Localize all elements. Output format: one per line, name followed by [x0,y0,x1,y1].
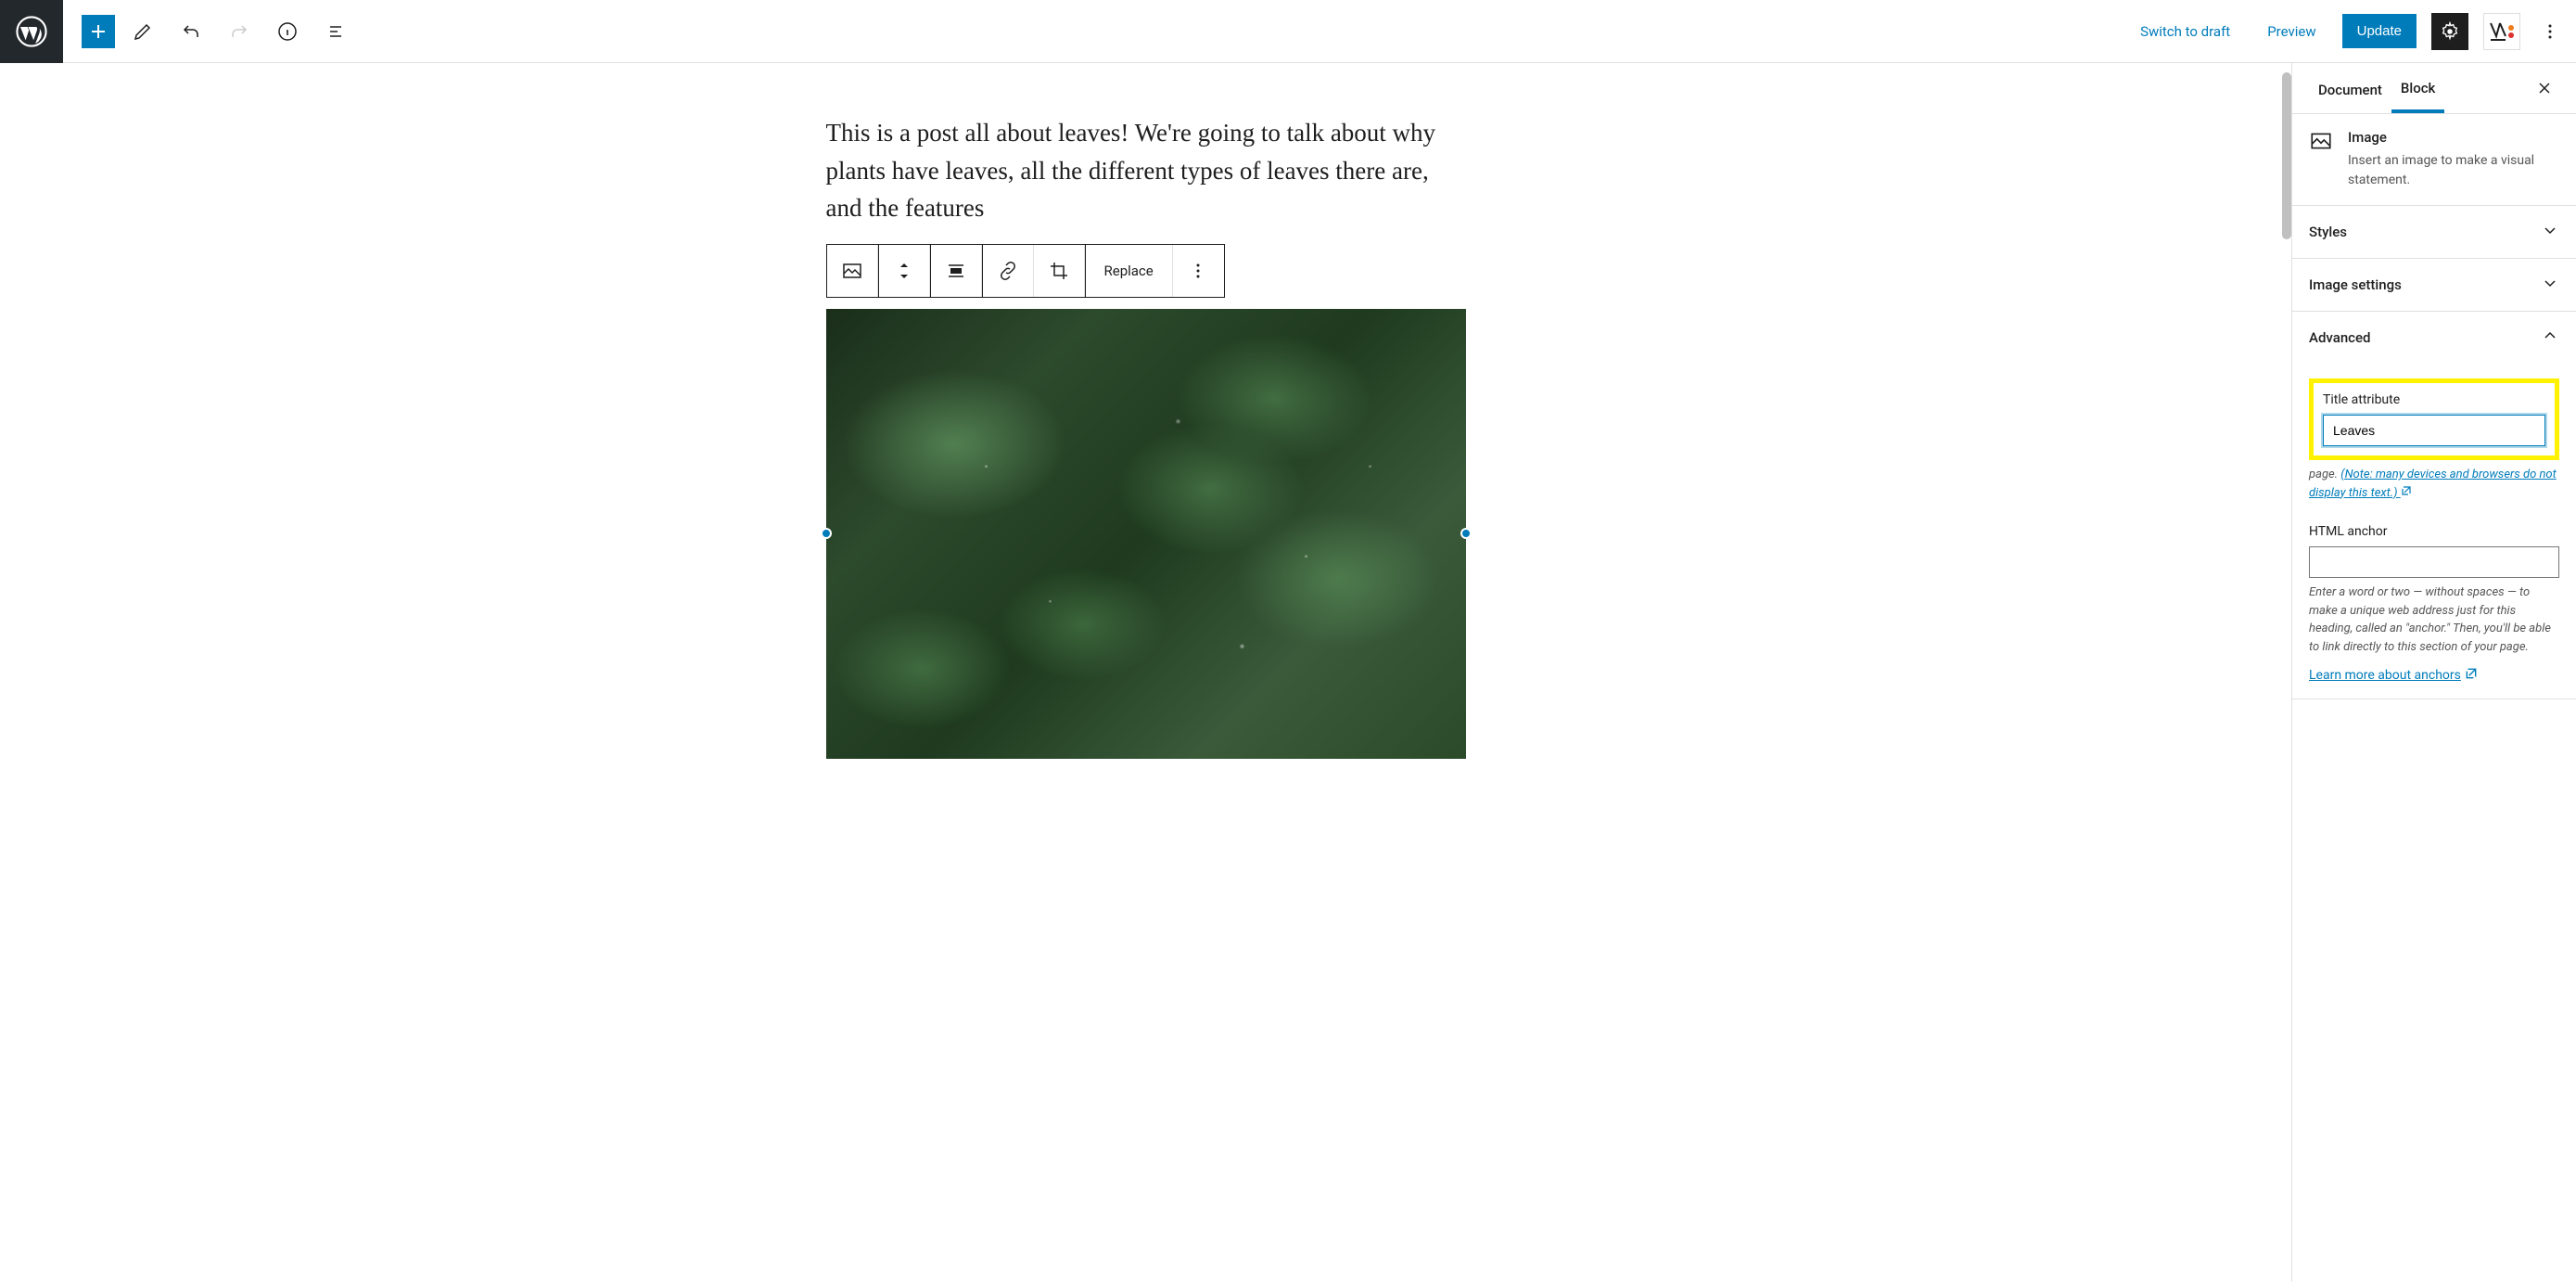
settings-button[interactable] [2431,13,2468,50]
update-button[interactable]: Update [2342,14,2417,48]
image-block[interactable] [826,309,1466,759]
edit-mode-button[interactable] [122,11,163,52]
undo-button[interactable] [171,11,211,52]
advanced-panel: Advanced Title attribute page. (Note: ma… [2292,312,2576,699]
replace-button[interactable]: Replace [1086,245,1173,297]
link-button[interactable] [983,245,1034,297]
info-button[interactable] [267,11,308,52]
tab-block[interactable]: Block [2391,63,2444,113]
title-help-text: page. (Note: many devices and browsers d… [2309,466,2559,502]
image-settings-panel: Image settings [2292,259,2576,312]
align-button[interactable] [931,245,982,297]
title-attribute-label: Title attribute [2323,392,2545,407]
toolbar-left [63,11,356,52]
html-anchor-input[interactable] [2309,546,2559,578]
add-block-button[interactable] [82,15,115,48]
block-more-button[interactable] [1173,245,1224,297]
title-attribute-highlight: Title attribute [2309,378,2559,460]
outline-button[interactable] [315,11,356,52]
block-type-title: Image [2348,129,2559,146]
more-options-button[interactable] [2535,13,2565,50]
settings-sidebar: Document Block Image Insert an image to … [2291,63,2576,1282]
editor-canvas: This is a post all about leaves! We're g… [0,63,2291,1282]
image-icon [2309,129,2333,153]
toolbar-right: Switch to draft Preview Update [2129,13,2576,50]
external-link-icon [2465,667,2478,684]
leaf-image [826,309,1466,759]
title-attribute-input[interactable] [2323,415,2545,446]
title-help-link[interactable]: (Note: many devices and browsers do not … [2309,468,2557,500]
block-toolbar: Replace [826,244,1225,298]
block-type-button[interactable] [827,245,878,297]
top-toolbar: Switch to draft Preview Update [0,0,2576,63]
resize-handle-left[interactable] [821,528,832,539]
learn-anchors-link[interactable]: Learn more about anchors [2309,667,2478,684]
tab-document[interactable]: Document [2309,65,2391,111]
chevron-up-icon [2541,327,2559,349]
chevron-down-icon [2541,274,2559,296]
close-sidebar-button[interactable] [2530,73,2559,103]
redo-button[interactable] [219,11,260,52]
wordpress-logo[interactable] [0,0,63,63]
styles-panel: Styles [2292,206,2576,259]
anchor-help-text: Enter a word or two — without spaces — t… [2309,583,2559,656]
scrollbar[interactable] [2282,72,2291,239]
block-type-desc: Insert an image to make a visual stateme… [2348,151,2559,190]
html-anchor-label: HTML anchor [2309,524,2559,539]
move-button[interactable] [879,245,930,297]
external-link-icon [2401,484,2412,503]
crop-button[interactable] [1034,245,1085,297]
styles-panel-header[interactable]: Styles [2292,206,2576,258]
chevron-down-icon [2541,221,2559,243]
resize-handle-right[interactable] [1460,528,1472,539]
block-info-panel: Image Insert an image to make a visual s… [2292,114,2576,206]
advanced-panel-header[interactable]: Advanced [2292,312,2576,364]
post-paragraph[interactable]: This is a post all about leaves! We're g… [826,114,1466,227]
yoast-button[interactable] [2483,13,2520,50]
preview-button[interactable]: Preview [2256,16,2327,47]
sidebar-tabs: Document Block [2292,63,2576,114]
image-settings-panel-header[interactable]: Image settings [2292,259,2576,311]
switch-to-draft-button[interactable]: Switch to draft [2129,16,2241,47]
